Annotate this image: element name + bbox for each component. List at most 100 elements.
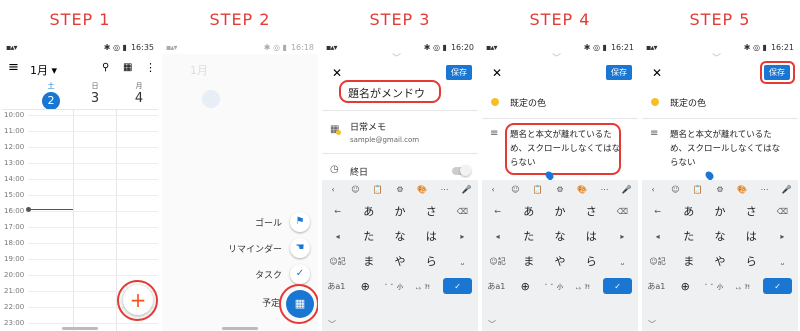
- keyboard-key[interactable]: た: [513, 225, 544, 247]
- toolbar-key[interactable]: ⋯: [753, 180, 775, 198]
- keyboard-key[interactable]: ゛゜小: [540, 275, 569, 297]
- close-icon[interactable]: ✕: [332, 66, 342, 80]
- menu-item-reminder[interactable]: リマインダー ☚: [202, 238, 318, 260]
- keyboard-key[interactable]: ▸: [767, 225, 798, 247]
- keyboard-key[interactable]: や: [704, 250, 735, 272]
- keyboard-key[interactable]: な: [544, 225, 575, 247]
- toolbar-key[interactable]: 📋: [527, 180, 549, 198]
- more-icon[interactable]: ⋮: [145, 61, 156, 74]
- keyboard-key[interactable]: ⎵: [607, 250, 638, 272]
- toolbar-key[interactable]: 🎤: [616, 180, 638, 198]
- save-button[interactable]: 保存: [446, 65, 472, 80]
- day-column-1[interactable]: 土 2: [36, 81, 66, 110]
- search-icon[interactable]: ⚲: [102, 62, 109, 73]
- keyboard-key[interactable]: あ: [353, 200, 384, 222]
- keyboard-key[interactable]: ✓: [443, 278, 472, 294]
- keyboard-key[interactable]: 、。?!: [728, 275, 757, 297]
- keyboard-key[interactable]: ◂: [482, 225, 513, 247]
- toolbar-key[interactable]: ‹: [642, 180, 664, 198]
- keyboard-key[interactable]: あ: [673, 200, 704, 222]
- keyboard-key[interactable]: ☺記: [642, 250, 673, 272]
- toolbar-key[interactable]: ⚙: [709, 180, 731, 198]
- day-column-2[interactable]: 日 3: [80, 81, 110, 106]
- color-label[interactable]: 既定の色: [510, 96, 546, 109]
- keyboard-key[interactable]: さ: [576, 200, 607, 222]
- toolbar-key[interactable]: 🎨: [411, 180, 433, 198]
- keyboard-key[interactable]: 、。?!: [568, 275, 597, 297]
- keyboard-key[interactable]: ☺記: [482, 250, 513, 272]
- toolbar-key[interactable]: 🎨: [571, 180, 593, 198]
- keyboard-key[interactable]: ⎵: [447, 250, 478, 272]
- allday-toggle[interactable]: [452, 165, 471, 176]
- keyboard-key[interactable]: や: [384, 250, 415, 272]
- keyboard-key[interactable]: ⌫: [607, 200, 638, 222]
- keyboard-key[interactable]: は: [736, 225, 767, 247]
- keyboard-key[interactable]: ま: [353, 250, 384, 272]
- keyboard-key[interactable]: や: [544, 250, 575, 272]
- calendar-name[interactable]: 日常メモ: [350, 120, 386, 133]
- keyboard-key[interactable]: ら: [416, 250, 447, 272]
- month-selector[interactable]: 1月 ▾: [30, 62, 57, 78]
- keyboard-key[interactable]: ゛゜小: [700, 275, 729, 297]
- keyboard-key[interactable]: ⊕: [351, 275, 380, 297]
- keyboard-key[interactable]: は: [416, 225, 447, 247]
- toolbar-key[interactable]: 🎤: [456, 180, 478, 198]
- keyboard-key[interactable]: さ: [736, 200, 767, 222]
- keyboard-key[interactable]: さ: [416, 200, 447, 222]
- menu-item-goal[interactable]: ゴール ⚑: [242, 212, 318, 234]
- keyboard-collapse-icon[interactable]: ﹀: [648, 319, 656, 330]
- keyboard-key[interactable]: ま: [513, 250, 544, 272]
- keyboard-key[interactable]: あa1: [642, 275, 671, 297]
- menu-item-task[interactable]: タスク ✓: [242, 264, 318, 286]
- toolbar-key[interactable]: ⚙: [549, 180, 571, 198]
- toolbar-key[interactable]: 🎨: [731, 180, 753, 198]
- toolbar-key[interactable]: ‹: [322, 180, 344, 198]
- keyboard-key[interactable]: か: [384, 200, 415, 222]
- keyboard-key[interactable]: ま: [673, 250, 704, 272]
- toolbar-key[interactable]: ‹: [482, 180, 504, 198]
- keyboard-key[interactable]: た: [673, 225, 704, 247]
- close-icon[interactable]: ✕: [492, 66, 502, 80]
- keyboard-key[interactable]: ◂: [642, 225, 673, 247]
- keyboard-key[interactable]: は: [576, 225, 607, 247]
- keyboard-key[interactable]: あa1: [482, 275, 511, 297]
- keyboard-key[interactable]: 、。?!: [408, 275, 437, 297]
- keyboard-key[interactable]: ▸: [447, 225, 478, 247]
- toolbar-key[interactable]: ☺: [664, 180, 686, 198]
- toolbar-key[interactable]: ⋯: [593, 180, 615, 198]
- keyboard-key[interactable]: ◂: [322, 225, 353, 247]
- toolbar-key[interactable]: 📋: [687, 180, 709, 198]
- keyboard-key[interactable]: ▸: [607, 225, 638, 247]
- toolbar-key[interactable]: ⚙: [389, 180, 411, 198]
- keyboard-key[interactable]: ←: [482, 200, 513, 222]
- keyboard-key[interactable]: ら: [576, 250, 607, 272]
- close-icon[interactable]: ✕: [652, 66, 662, 80]
- keyboard-collapse-icon[interactable]: ﹀: [328, 319, 336, 330]
- keyboard-key[interactable]: ⌫: [767, 200, 798, 222]
- keyboard-key[interactable]: た: [353, 225, 384, 247]
- keyboard-key[interactable]: ら: [736, 250, 767, 272]
- toolbar-key[interactable]: 📋: [367, 180, 389, 198]
- keyboard-key[interactable]: ☺記: [322, 250, 353, 272]
- keyboard-key[interactable]: ✓: [603, 278, 632, 294]
- toolbar-key[interactable]: ☺: [504, 180, 526, 198]
- toolbar-key[interactable]: 🎤: [776, 180, 798, 198]
- keyboard-key[interactable]: ⌫: [447, 200, 478, 222]
- keyboard-key[interactable]: か: [544, 200, 575, 222]
- save-button[interactable]: 保存: [606, 65, 632, 80]
- keyboard-key[interactable]: ⎵: [767, 250, 798, 272]
- keyboard-key[interactable]: ←: [322, 200, 353, 222]
- keyboard-key[interactable]: ⊕: [671, 275, 700, 297]
- calendar-icon[interactable]: ▦: [123, 62, 132, 73]
- color-label[interactable]: 既定の色: [670, 96, 706, 109]
- keyboard-key[interactable]: な: [704, 225, 735, 247]
- keyboard-key[interactable]: あa1: [322, 275, 351, 297]
- menu-icon[interactable]: ≡: [8, 60, 19, 75]
- keyboard-key[interactable]: な: [384, 225, 415, 247]
- keyboard-key[interactable]: ✓: [763, 278, 792, 294]
- toolbar-key[interactable]: ☺: [344, 180, 366, 198]
- keyboard-key[interactable]: ←: [642, 200, 673, 222]
- day-column-3[interactable]: 月 4: [124, 81, 154, 106]
- keyboard-collapse-icon[interactable]: ﹀: [488, 319, 496, 330]
- keyboard-key[interactable]: あ: [513, 200, 544, 222]
